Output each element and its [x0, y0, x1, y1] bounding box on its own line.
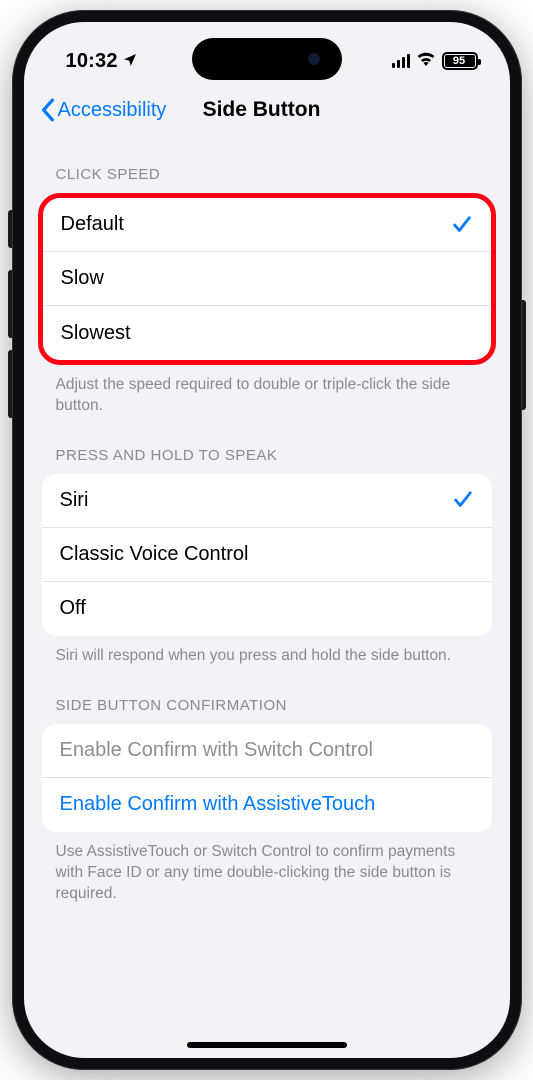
location-services-icon [122, 50, 138, 73]
wifi-icon [416, 51, 436, 71]
press-hold-group: Siri Classic Voice Control Off [42, 474, 492, 636]
enable-assistivetouch-button[interactable]: Enable Confirm with AssistiveTouch [42, 778, 492, 832]
section-footer-confirmation: Use AssistiveTouch or Switch Control to … [42, 832, 492, 905]
button-label: Enable Confirm with AssistiveTouch [60, 793, 376, 816]
section-header-press-hold: PRESS AND HOLD TO SPEAK [42, 417, 492, 474]
section-footer-press-hold: Siri will respond when you press and hol… [42, 636, 492, 667]
option-classic-voice-control[interactable]: Classic Voice Control [42, 528, 492, 582]
option-siri[interactable]: Siri [42, 474, 492, 528]
section-footer-click-speed: Adjust the speed required to double or t… [42, 365, 492, 417]
checkmark-icon [451, 214, 473, 236]
option-label: Classic Voice Control [60, 543, 249, 566]
option-slow[interactable]: Slow [43, 252, 491, 306]
home-indicator[interactable] [187, 1042, 347, 1048]
option-label: Default [61, 213, 124, 236]
option-off[interactable]: Off [42, 582, 492, 636]
physical-volume-down [8, 350, 12, 418]
option-label: Slowest [61, 322, 131, 345]
physical-side-button [522, 300, 526, 410]
battery-level: 95 [444, 55, 475, 67]
navigation-bar: Accessibility Side Button [24, 84, 510, 136]
option-default[interactable]: Default [43, 198, 491, 252]
checkmark-icon [452, 489, 474, 511]
battery-indicator: 95 [442, 52, 478, 70]
option-label: Off [60, 597, 86, 620]
chevron-left-icon [40, 98, 56, 122]
back-button[interactable]: Accessibility [40, 98, 167, 122]
section-header-confirmation: SIDE BUTTON CONFIRMATION [42, 667, 492, 724]
back-label: Accessibility [58, 99, 167, 122]
click-speed-group: Default Slow Slowest [43, 198, 491, 360]
option-label: Slow [61, 267, 104, 290]
option-slowest[interactable]: Slowest [43, 306, 491, 360]
status-time: 10:32 [66, 50, 118, 73]
screen: 10:32 95 Accessibi [24, 22, 510, 1058]
physical-volume-up [8, 270, 12, 338]
option-label: Siri [60, 489, 89, 512]
physical-mute-switch [8, 210, 12, 248]
enable-switch-control-button: Enable Confirm with Switch Control [42, 724, 492, 778]
phone-frame: 10:32 95 Accessibi [12, 10, 522, 1070]
section-header-click-speed: CLICK SPEED [42, 136, 492, 193]
dynamic-island [192, 38, 342, 80]
confirmation-group: Enable Confirm with Switch Control Enabl… [42, 724, 492, 832]
annotation-highlight: Default Slow Slowest [38, 193, 496, 365]
button-label: Enable Confirm with Switch Control [60, 739, 373, 762]
cellular-signal-icon [392, 54, 410, 68]
